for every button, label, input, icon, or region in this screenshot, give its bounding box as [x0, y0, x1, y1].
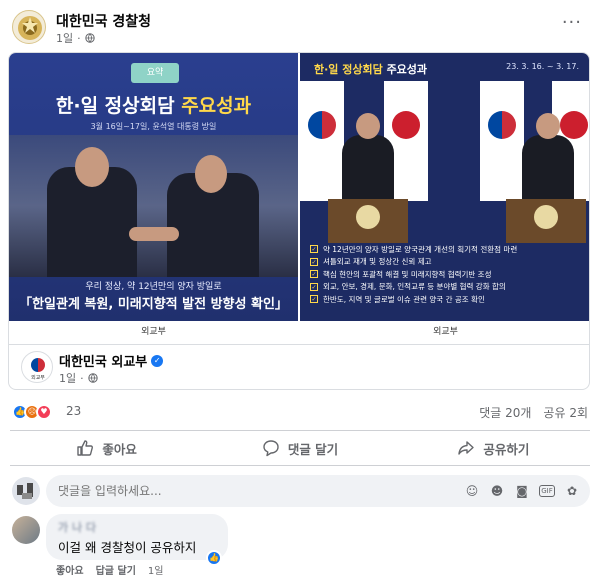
comment-actions: 좋아요 답글 달기 1일 — [56, 562, 163, 577]
shared-time[interactable]: 1일 — [59, 370, 76, 386]
check-icon: ✓ — [310, 270, 318, 279]
engagement-stats: 댓글 20개 공유 2회 — [479, 404, 588, 421]
comment-time[interactable]: 1일 — [148, 562, 164, 577]
police-emblem-icon — [18, 16, 42, 40]
poster-subtitle: 우리 정상, 약 12년만의 양자 방일로 — [85, 282, 222, 292]
results-footer-label: 외교부 — [300, 321, 589, 344]
comment-composer: ☺ ☻ ◙ GIF ✿ — [10, 474, 590, 508]
post-page-name[interactable]: 대한민국 경찰청 — [56, 11, 151, 31]
sticker-icon[interactable]: ✿ — [564, 483, 580, 499]
share-count[interactable]: 공유 2회 — [543, 404, 588, 421]
comment-count[interactable]: 댓글 20개 — [479, 404, 531, 421]
current-user-avatar[interactable] — [12, 477, 40, 505]
shared-post-card[interactable]: 요약 한·일 정상회담 주요성과 3월 16일~17일, 윤석열 대통령 방일 … — [8, 52, 590, 390]
check-icon: ✓ — [310, 257, 318, 266]
results-poster-image[interactable]: 한·일 정상회담 주요성과 23. 3. 16. ~ 3. 17. ✓ 약 12년… — [300, 53, 589, 344]
composer-tools: ☺ ☻ ◙ GIF ✿ — [464, 483, 580, 499]
comment-author[interactable]: 가 나 다 — [58, 519, 96, 535]
comment-bubble: 가 나 다 이걸 왜 경찰청이 공유하지 — [46, 514, 228, 560]
results-date: 23. 3. 16. ~ 3. 17. — [506, 62, 579, 71]
summary-poster-image[interactable]: 요약 한·일 정상회담 주요성과 3월 16일~17일, 윤석열 대통령 방일 … — [9, 53, 298, 344]
commenter-avatar[interactable] — [12, 516, 40, 544]
thumbs-up-icon — [77, 440, 94, 456]
comment-like-badge-icon[interactable]: 👍 — [206, 550, 222, 566]
emoji-icon[interactable]: ☻ — [489, 483, 505, 499]
brand-tag: 요약 — [131, 63, 179, 83]
comment-item: 가 나 다 이걸 왜 경찰청이 공유하지 👍 좋아요 답글 달기 1일 — [10, 514, 590, 577]
gif-icon[interactable]: GIF — [539, 485, 555, 497]
post-time[interactable]: 1일 — [56, 30, 73, 46]
result-item: ✓ 약 12년만의 양자 방일로 양국관계 개선의 획기적 전환점 마련 — [310, 244, 518, 254]
result-item: ✓ 한반도, 지역 및 글로벌 이슈 관련 양국 간 공조 확인 — [310, 294, 485, 304]
comment-reply-button[interactable]: 답글 달기 — [96, 562, 136, 577]
love-reaction-icon: ♥ — [36, 404, 52, 420]
results-list: ✓ 약 12년만의 양자 방일로 양국관계 개선의 획기적 전환점 마련 ✓ 셔틀외… — [300, 243, 589, 321]
comment-button[interactable]: 댓글 달기 — [203, 431, 396, 465]
globe-icon — [84, 33, 95, 43]
summit-photo: 한·일 정상회담 주요성과 23. 3. 16. ~ 3. 17. — [300, 53, 589, 243]
korea-flag-icon — [300, 81, 344, 201]
globe-icon — [87, 373, 98, 383]
podium — [328, 199, 408, 243]
comment-text: 이걸 왜 경찰청이 공유하지 — [58, 540, 197, 555]
camera-icon[interactable]: ◙ — [514, 483, 530, 499]
more-options-button[interactable]: ··· — [562, 12, 582, 33]
check-icon: ✓ — [310, 282, 318, 291]
result-item: ✓ 핵심 현안의 포괄적 해결 및 미래지향적 협력기반 조성 — [310, 269, 492, 279]
result-item: ✓ 셔틀외교 재개 및 정상간 신뢰 제고 — [310, 257, 432, 267]
podium — [506, 199, 586, 243]
avatar-sticker-icon[interactable]: ☺ — [464, 483, 480, 499]
verified-badge-icon: ✓ — [151, 354, 164, 367]
post-header: 대한민국 경찰청 1일 · ··· — [10, 8, 590, 48]
check-icon: ✓ — [310, 245, 318, 254]
reactions-bar: 👍 ☹ ♥ 23 댓글 20개 공유 2회 — [12, 402, 588, 422]
post-meta: 1일 · — [56, 30, 95, 46]
result-item: ✓ 외교, 안보, 경제, 문화, 인적교류 등 분야별 협력 강화 합의 — [310, 282, 506, 292]
shared-images[interactable]: 요약 한·일 정상회담 주요성과 3월 16일~17일, 윤석열 대통령 방일 … — [9, 53, 589, 344]
results-title: 한·일 정상회담 주요성과 — [314, 63, 428, 76]
like-button[interactable]: 좋아요 — [10, 431, 203, 465]
taegeuk-icon — [31, 358, 45, 372]
mofa-avatar[interactable]: 외교부 — [21, 351, 53, 383]
poster-footer-label: 외교부 — [9, 321, 298, 344]
comment-bubble-icon — [263, 440, 279, 457]
post-action-bar: 좋아요 댓글 달기 공유하기 — [10, 430, 590, 466]
shared-page-name[interactable]: 대한민국 외교부 ✓ — [59, 351, 164, 370]
shared-meta: 1일 · — [59, 370, 98, 386]
reaction-count[interactable]: 23 — [66, 404, 81, 418]
poster-title: 한·일 정상회담 주요성과 — [55, 95, 252, 117]
police-emblem-avatar[interactable] — [12, 10, 46, 44]
korea-flag-icon — [480, 81, 524, 201]
poster-headline: 「한일관계 복원, 미래지향적 발전 방향성 확인」 — [19, 297, 288, 312]
shared-source: 외교부 대한민국 외교부 ✓ 1일 · — [9, 344, 589, 389]
poster-date: 3월 16일~17일, 윤석열 대통령 방일 — [90, 122, 217, 131]
reaction-icons[interactable]: 👍 ☹ ♥ — [12, 404, 52, 420]
dot-separator: · — [77, 31, 81, 45]
check-icon: ✓ — [310, 295, 318, 304]
share-button[interactable]: 공유하기 — [397, 431, 590, 465]
handshake-photo — [9, 135, 298, 277]
share-arrow-icon — [458, 441, 475, 455]
comment-like-button[interactable]: 좋아요 — [56, 562, 84, 577]
